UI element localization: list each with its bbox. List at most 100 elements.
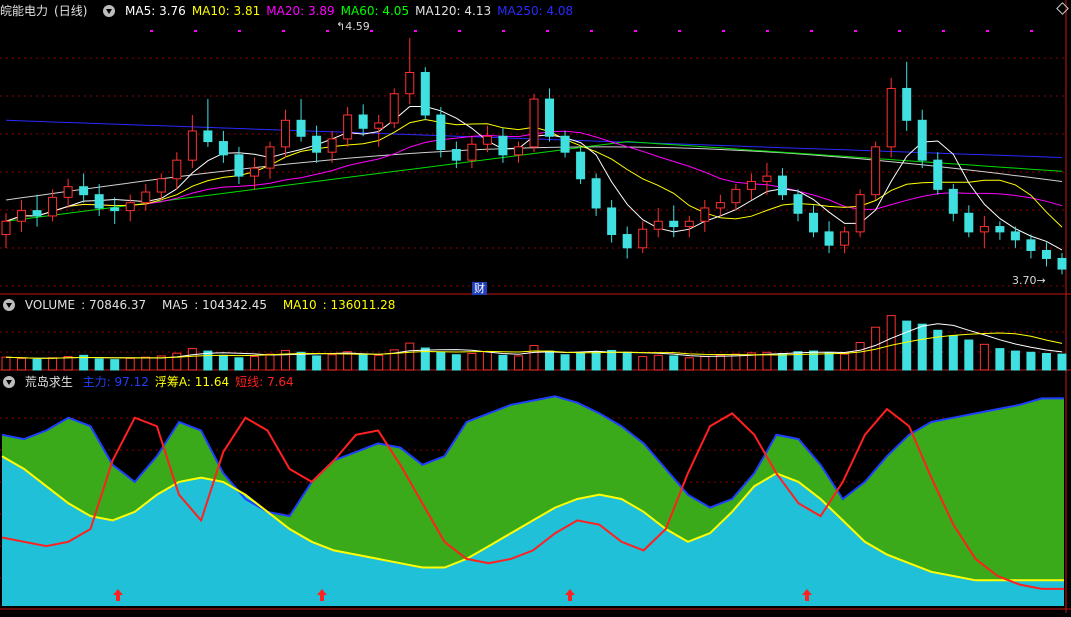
volume-bar [545,350,555,371]
price-candle [824,231,834,246]
indicator-legend-1: 浮筹A: 11.64 [154,375,230,389]
volume-bar [125,357,135,371]
volume-value: 70846.37 [88,298,147,312]
volume-bar [684,357,694,371]
price-candle [436,114,446,151]
price-candle [948,188,958,214]
stock-chart-window[interactable]: 皖能电力 (日线) MA5: 3.76 MA10: 3.81 MA20: 3.89 MA… [0,0,1071,613]
volume-bar [513,355,523,371]
price-candle [715,202,725,209]
volume-bar [374,354,384,371]
expand-icon[interactable] [103,5,116,17]
volume-bar [265,353,275,371]
volume-ma5-label: MA5 [162,298,189,312]
price-candle [48,196,58,217]
event-dot [942,30,945,32]
price-candle [1026,239,1036,251]
volume-bar [281,349,291,371]
volume-expand-icon[interactable] [3,299,15,311]
volume-bar [715,354,725,371]
price-candle [731,188,741,204]
price-candle [234,154,244,177]
volume-bar [48,357,58,371]
volume-bar [948,335,958,371]
volume-bar [622,351,632,371]
price-panel-header: 皖能电力 (日线) MA5: 3.76 MA10: 3.81 MA20: 3.89 MA… [0,2,585,20]
price-high-annotation: ↰4.59 [336,20,370,33]
price-candle [1,220,11,236]
finance-marker[interactable]: 财 [472,282,487,295]
ma-legend-ma60: MA60: 4.05 [340,4,410,18]
price-candle [746,180,756,190]
price-candle [886,87,896,148]
volume-bar [576,352,586,371]
volume-bar [979,343,989,371]
event-dot [194,30,197,32]
volume-bar [218,354,228,371]
volume-bar [855,342,865,371]
event-dot [238,30,241,32]
price-candle [482,135,492,145]
indicator-panel-header: 荒岛求生 主力: 97.12 浮筹A: 11.64 短线: 7.64 [0,373,306,391]
event-dot [414,30,417,32]
volume-ma5-value: 104342.45 [202,298,267,312]
volume-bar [327,354,337,371]
event-dot [458,30,461,32]
volume-bar [777,353,787,371]
price-candle [218,141,228,156]
price-candle [110,207,120,212]
price-candle [389,93,399,124]
price-candle [933,159,943,190]
volume-panel-header: VOLUME: 70846.37 MA5: 104342.45 MA10: 13… [0,296,407,314]
event-dot [898,30,901,32]
event-dot [282,30,285,32]
ma-legend-ma120: MA120: 4.13 [415,4,492,18]
volume-ma5: MA5: 104342.45 [162,298,267,312]
volume-bar [1,356,11,371]
price-candle [451,149,461,161]
volume-label: VOLUME: 70846.37 [24,298,147,312]
price-candle [840,231,850,246]
event-dot [986,30,989,32]
volume-bar [700,356,710,371]
price-candle [94,194,104,209]
price-candle [327,138,337,153]
event-dot [634,30,637,32]
price-candle [871,146,881,196]
price-candle [203,130,213,143]
price-candle [343,114,353,140]
volume-bar [995,348,1005,371]
volume-bar [591,351,601,371]
volume-bar [529,345,539,371]
price-candle [32,210,42,217]
price-candle [312,135,322,153]
volume-bar [1026,351,1036,371]
price-candle [622,234,632,249]
price-candle [653,220,663,230]
price-candle [265,146,275,169]
event-dot [370,30,373,32]
price-candle [374,122,384,129]
volume-bar [312,355,322,371]
volume-bar [498,354,508,371]
volume-bar [560,354,570,371]
volume-bar [840,353,850,371]
volume-bar [17,357,27,371]
price-candle [1041,249,1051,259]
price-candle [964,212,974,233]
price-candle [249,167,259,177]
price-candle [405,72,415,95]
volume-bar [964,339,974,371]
price-candle [467,143,477,161]
price-candle [358,114,368,129]
indicator-legend: 主力: 97.12 浮筹A: 11.64 短线: 7.64 [83,375,300,389]
price-candle [669,220,679,228]
volume-bar [1041,353,1051,371]
price-candle [917,119,927,161]
volume-bar [638,356,648,371]
volume-bar [172,352,182,371]
indicator-expand-icon[interactable] [3,376,15,388]
price-candle [607,207,617,236]
price-candle [420,72,430,116]
event-dot [810,30,813,32]
